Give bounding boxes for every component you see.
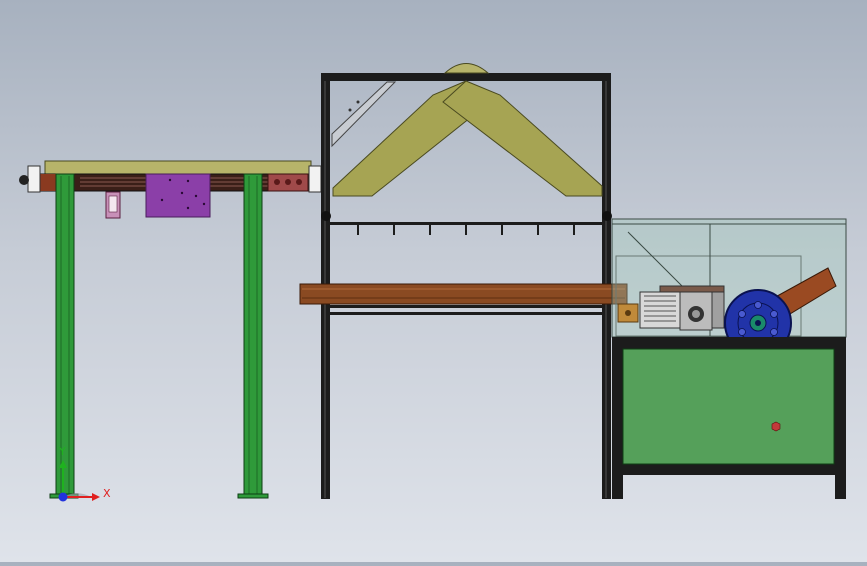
cabinet-panel[interactable]: [622, 348, 835, 465]
hopper-cap: [443, 63, 490, 74]
hopper-right-wing: [442, 80, 603, 197]
left-roller: [19, 175, 29, 185]
right-foot: [237, 493, 269, 499]
left-end-block: [38, 174, 58, 191]
cabinet-left-leg: [612, 475, 623, 499]
y-axis-label: Y: [58, 445, 66, 458]
origin-dot: [58, 492, 68, 502]
cad-viewport[interactable]: X Y: [0, 0, 867, 562]
left-pulley: [321, 211, 331, 221]
hanger-hooks: [357, 225, 575, 235]
lower-rail: [330, 305, 602, 308]
v-hopper[interactable]: [332, 63, 603, 197]
assembly-drawing: X Y: [19, 63, 847, 502]
x-axis-label: X: [103, 487, 111, 500]
panel-knob[interactable]: [771, 421, 781, 432]
left-end-cap: [27, 165, 41, 193]
machine-table-top: [612, 337, 846, 347]
cutting-machine[interactable]: [611, 218, 847, 499]
mount-plate: [145, 173, 211, 218]
motor: [639, 291, 681, 329]
frame-top-bar: [321, 73, 611, 81]
right-pulley: [602, 211, 612, 221]
right-end-cap: [308, 165, 322, 193]
diagonal-brace: [331, 81, 397, 148]
plank-body: [299, 283, 628, 305]
hanger-rail: [330, 222, 602, 225]
wood-plank[interactable]: [299, 283, 628, 305]
right-column: [243, 173, 263, 498]
cabinet-right-leg: [835, 475, 846, 499]
top-beam: [44, 160, 312, 175]
